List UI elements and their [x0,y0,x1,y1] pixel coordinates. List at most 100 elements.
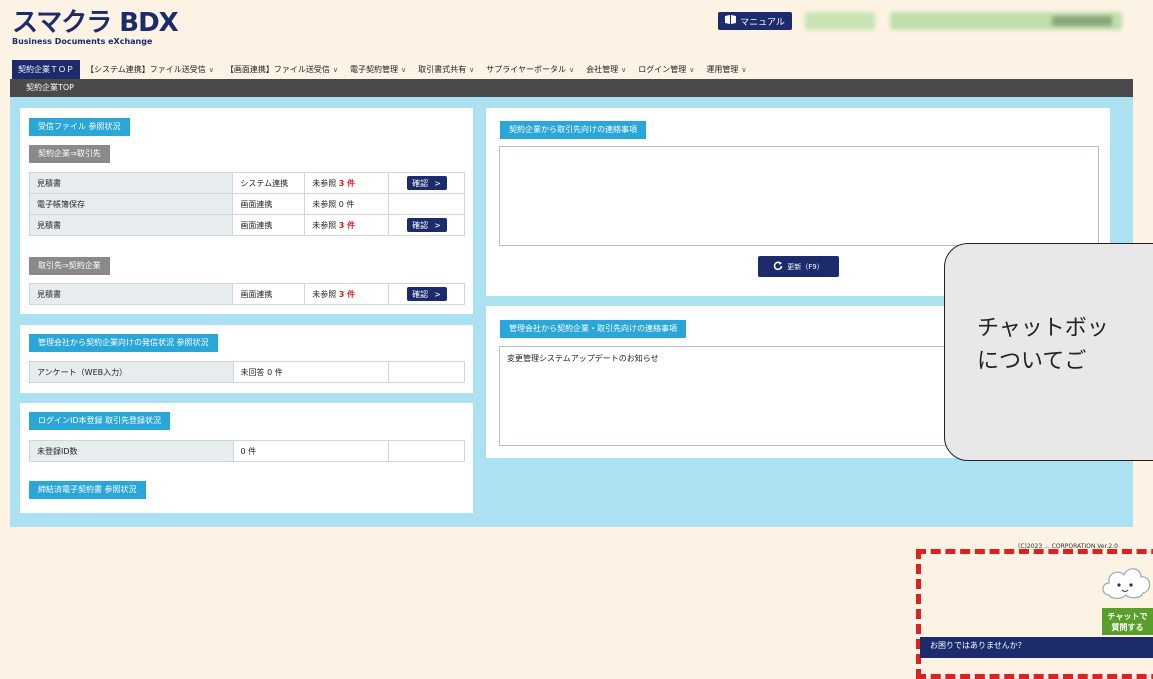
doc-name: 見積書 [28,214,234,236]
login-status-panel: ログインID本登録 取引先登録状況 未登録ID数 0 件 締結済電子契約書 参照… [20,403,473,513]
chat-cloud-icon[interactable] [1099,563,1153,603]
link-type: 画面連携 [232,193,306,215]
status-count: 3 件 [338,289,356,299]
chevron-down-icon: ∨ [621,65,627,74]
nav-item-5[interactable]: サプライヤーポータル ∨ [480,60,580,79]
status-prefix: 未参照 [312,178,337,188]
chevron-down-icon: ∨ [741,65,747,74]
login-status-table: 未登録ID数 0 件 [29,440,465,462]
nav-item-label: 【画面連携】ファイル送受信 [225,65,330,74]
manual-button[interactable]: マニュアル [718,12,792,30]
table-row: 電子帳簿保存 画面連携 未参照 0 件 [28,193,465,215]
chevron-right-icon: > [434,178,441,188]
confirm-button[interactable]: 確認 > [406,176,447,190]
received-files-tag: 受信ファイル 参照状況 [29,118,130,136]
nav-item-label: 運用管理 [706,65,739,74]
action-cell [388,193,465,215]
nav-item-label: ログイン管理 [638,65,687,74]
partner-notice-textarea[interactable] [499,146,1099,246]
table-row: 見積書 システム連携 未参照 3 件 確認 > [28,172,465,194]
action-cell: 確認 > [388,283,465,305]
nav-item-7[interactable]: ログイン管理 ∨ [632,60,700,79]
nav-item-label: サプライヤーポータル [486,65,567,74]
nav-item-3[interactable]: 電子契約管理 ∨ [344,60,412,79]
outbound-table: 見積書 システム連携 未参照 3 件確認 > 電子帳簿保存 画面連携 未参照 0 件見積書画… [28,172,465,236]
logo-subtitle: Business Documents eXchange [12,37,153,46]
chevron-down-icon: ∨ [469,65,475,74]
received-files-panel: 受信ファイル 参照状況 契約企業⇒取引先 見積書 システム連携 未参照 3 件確認 >… [20,108,473,314]
survey-value: 未回答 0 件 [232,361,390,383]
chat-ask-button[interactable]: チャットで 質問する [1102,608,1153,635]
main-nav: 契約企業ＴＯＰ 【システム連携】ファイル送受信 ∨ 【画面連携】ファイル送受信 ∨ 電子契… [12,60,1133,79]
nav-item-label: 取引書式共有 [418,65,467,74]
management-status-table: アンケート（WEB入力） 未回答 0 件 [29,361,465,383]
chevron-down-icon: ∨ [689,65,695,74]
status-cell: 未参照 3 件 [304,172,390,194]
empty-cell [388,440,465,462]
management-status-tag: 管理会社から契約企業向けの発信状況 参照状況 [29,334,218,352]
doc-name: 見積書 [28,283,234,305]
update-label: 更新（F9） [787,262,824,271]
chevron-right-icon: > [434,220,441,230]
book-icon [725,15,737,27]
status-cell: 未参照 3 件 [304,283,390,305]
status-cell: 未参照 0 件 [304,193,390,215]
refresh-icon [773,261,783,273]
table-row: 未登録ID数 0 件 [29,440,465,462]
nav-item-label: 【システム連携】ファイル送受信 [86,65,206,74]
login-status-tag: ログインID本登録 取引先登録状況 [29,412,171,430]
status-count: 3 件 [338,220,356,230]
nav-item-label: 契約企業ＴＯＰ [18,65,74,74]
section-inbound-label: 取引先⇒契約企業 [29,257,110,275]
nav-item-1[interactable]: 【システム連携】ファイル送受信 ∨ [80,60,220,79]
update-button[interactable]: 更新（F9） [758,256,839,277]
status-count: 3 件 [338,178,356,188]
chatbot-tooltip-bubble: チャットボッ についてご [944,243,1153,461]
logo: スマクラ BDX [12,8,179,38]
confirm-button[interactable]: 確認 > [406,287,447,301]
status-prefix: 未参照 [312,199,337,209]
status-prefix: 未参照 [312,289,337,299]
nav-item-label: 会社管理 [586,65,619,74]
table-row: アンケート（WEB入力） 未回答 0 件 [29,361,465,383]
confirm-button[interactable]: 確認 > [406,218,447,232]
table-row: 見積書 画面連携 未参照 3 件 確認 > [28,214,465,236]
chevron-down-icon: ∨ [401,65,407,74]
nav-item-2[interactable]: 【画面連携】ファイル送受信 ∨ [220,60,344,79]
management-status-panel: 管理会社から契約企業向けの発信状況 参照状況 アンケート（WEB入力） 未回答 … [20,325,473,393]
user-account-blurred[interactable] [890,12,1122,30]
survey-label: アンケート（WEB入力） [29,361,234,383]
inbound-table: 見積書 画面連携 未参照 3 件 確認 > [28,283,465,305]
confirm-label: 確認 [412,289,429,299]
confirm-label: 確認 [412,178,429,188]
nav-item-0[interactable]: 契約企業ＴＯＰ [12,60,80,79]
empty-cell [388,361,465,383]
breadcrumb: 契約企業TOP [10,79,1133,97]
chevron-down-icon: ∨ [208,65,214,74]
chevron-down-icon: ∨ [569,65,575,74]
notice-item[interactable]: 変更管理システムアップデートのお知らせ [507,354,659,363]
doc-name: 見積書 [28,172,234,194]
unregistered-id-value: 0 件 [232,440,390,462]
link-type: 画面連携 [232,283,306,305]
signed-contracts-tag[interactable]: 締結済電子契約書 参照状況 [29,481,146,499]
action-cell: 確認 > [388,172,465,194]
doc-name: 電子帳簿保存 [28,193,234,215]
nav-item-8[interactable]: 運用管理 ∨ [700,60,752,79]
unregistered-id-label: 未登録ID数 [29,440,234,462]
nav-item-label: 電子契約管理 [350,65,399,74]
user-organization-blurred [805,12,875,30]
table-row: 見積書 画面連携 未参照 3 件 確認 > [28,283,465,305]
section-outbound-label: 契約企業⇒取引先 [29,145,110,163]
management-notice-tag: 管理会社から契約企業・取引先向けの連絡事項 [500,320,686,338]
partner-notice-tag: 契約企業から取引先向けの連絡事項 [500,121,646,139]
nav-item-6[interactable]: 会社管理 ∨ [580,60,632,79]
link-type: 画面連携 [232,214,306,236]
chevron-right-icon: > [434,289,441,299]
status-cell: 未参照 3 件 [304,214,390,236]
link-type: システム連携 [232,172,306,194]
status-prefix: 未参照 [312,220,337,230]
nav-item-4[interactable]: 取引書式共有 ∨ [412,60,480,79]
chat-help-bar[interactable]: お困りではありませんか？ [920,637,1153,658]
status-count: 0 件 [338,199,355,209]
